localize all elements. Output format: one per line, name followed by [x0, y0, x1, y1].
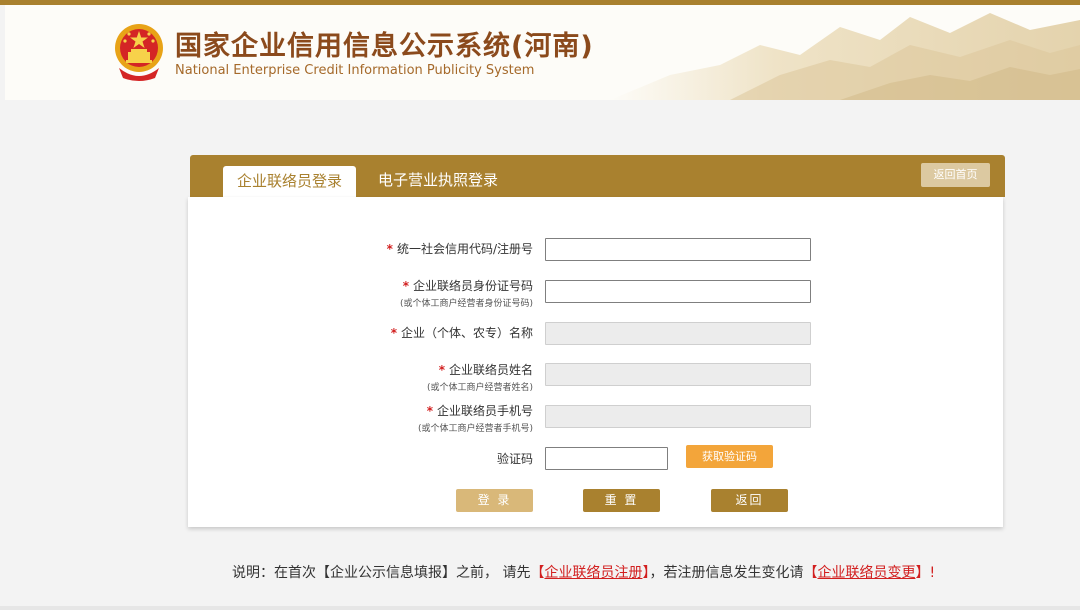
liaison-phone-label: * 企业联络员手机号 (或个体工商户经营者手机号): [417, 404, 533, 434]
required-star: *: [386, 242, 393, 256]
login-panel-header: 企业联络员登录 电子营业执照登录 返回首页: [190, 155, 1005, 197]
liaison-name-label: * 企业联络员姓名 (或个体工商户经营者姓名): [426, 363, 533, 393]
captcha-label: 验证码: [496, 452, 533, 466]
liaison-name-input: [545, 363, 811, 386]
required-star: *: [426, 404, 433, 418]
liaison-change-link[interactable]: 企业联络员变更: [817, 565, 915, 581]
required-star: *: [390, 326, 397, 340]
site-header: 国家企业信用信息公示系统(河南) National Enterprise Cre…: [5, 5, 1080, 100]
enterprise-name-input: [545, 322, 811, 345]
national-emblem-icon: [115, 24, 163, 81]
back-button[interactable]: 返回: [711, 489, 788, 512]
liaison-register-link[interactable]: 企业联络员注册: [544, 565, 642, 581]
liaison-id-label: * 企业联络员身份证号码 (或个体工商户经营者身份证号码): [399, 279, 533, 309]
enterprise-name-label: * 企业（个体、农专）名称: [390, 326, 533, 340]
get-captcha-button[interactable]: 获取验证码: [686, 445, 773, 468]
return-home-button[interactable]: 返回首页: [921, 163, 990, 187]
reset-button[interactable]: 重 置: [583, 489, 660, 512]
login-button[interactable]: 登 录: [456, 489, 533, 512]
required-star: *: [402, 279, 409, 293]
site-title: 国家企业信用信息公示系统(河南): [175, 31, 594, 62]
liaison-phone-input: [545, 405, 811, 428]
liaison-id-input[interactable]: [545, 280, 811, 303]
required-star: *: [438, 363, 445, 377]
site-subtitle: National Enterprise Credit Information P…: [175, 63, 535, 78]
great-wall-background: [610, 13, 1080, 100]
credit-code-label: * 统一社会信用代码/注册号: [386, 242, 533, 256]
instruction-note: 说明：在首次【企业公示信息填报】之前， 请先【企业联络员注册】，若注册信息发生变…: [232, 565, 936, 581]
credit-code-input[interactable]: [545, 238, 811, 261]
tab-liaison-login[interactable]: 企业联络员登录: [223, 166, 356, 197]
captcha-input[interactable]: [545, 447, 668, 470]
footer-divider: [0, 606, 1080, 610]
tab-e-license-login[interactable]: 电子营业执照登录: [378, 169, 498, 191]
